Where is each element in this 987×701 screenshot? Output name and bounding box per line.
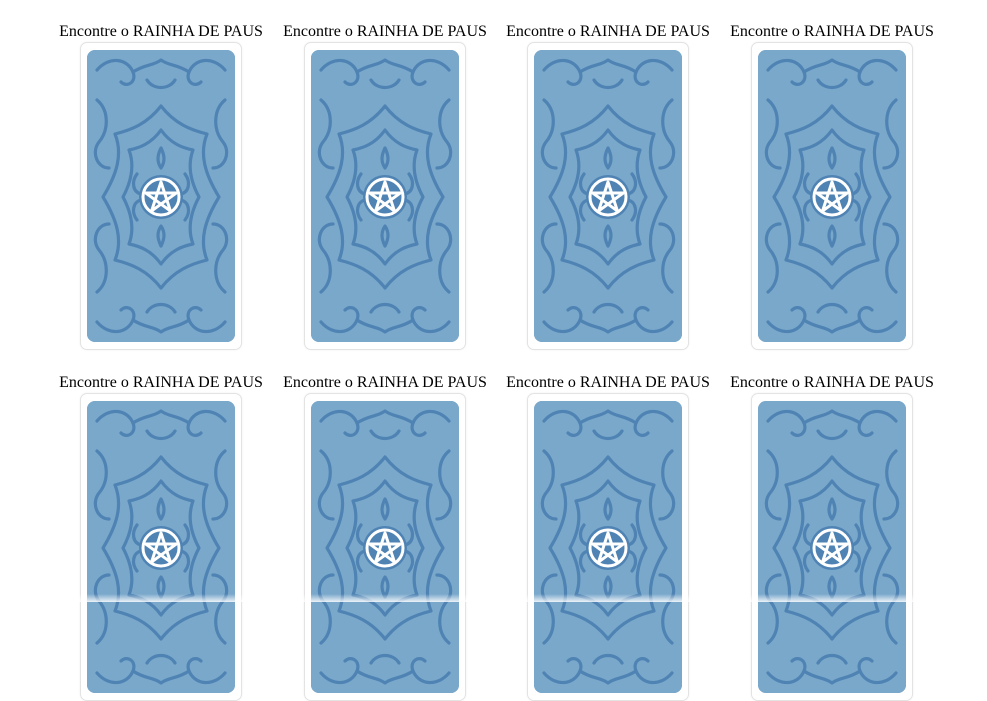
card-back-pattern: [311, 50, 459, 342]
tarot-card-back[interactable]: [527, 42, 689, 350]
card-caption: Encontre o RAINHA DE PAUS: [273, 373, 497, 393]
card-back-pattern: [758, 401, 906, 693]
card-back-pattern: [758, 50, 906, 342]
tarot-card-back[interactable]: [527, 393, 689, 701]
card-caption: Encontre o RAINHA DE PAUS: [496, 22, 720, 42]
tarot-card-back[interactable]: [304, 42, 466, 350]
tarot-card-back[interactable]: [80, 42, 242, 350]
pentacle-icon: [87, 401, 235, 693]
pentacle-icon: [534, 401, 682, 693]
tarot-card-back[interactable]: [304, 393, 466, 701]
tarot-card-back[interactable]: [80, 393, 242, 701]
pentacle-icon: [87, 50, 235, 342]
card-back-pattern: [87, 401, 235, 693]
tarot-card-back[interactable]: [751, 42, 913, 350]
card-caption: Encontre o RAINHA DE PAUS: [273, 22, 497, 42]
card-grid: Encontre o RAINHA DE PAUS Encontre o RAI…: [0, 0, 987, 602]
card-back-pattern: [534, 401, 682, 693]
pentacle-icon: [758, 50, 906, 342]
card-back-pattern: [87, 50, 235, 342]
card-back-pattern: [311, 401, 459, 693]
pentacle-icon: [534, 50, 682, 342]
card-caption: Encontre o RAINHA DE PAUS: [720, 373, 944, 393]
card-caption: Encontre o RAINHA DE PAUS: [49, 22, 273, 42]
pentacle-icon: [311, 401, 459, 693]
card-caption: Encontre o RAINHA DE PAUS: [720, 22, 944, 42]
card-caption: Encontre o RAINHA DE PAUS: [49, 373, 273, 393]
card-caption: Encontre o RAINHA DE PAUS: [496, 373, 720, 393]
tarot-card-back[interactable]: [751, 393, 913, 701]
card-back-pattern: [534, 50, 682, 342]
pentacle-icon: [758, 401, 906, 693]
pentacle-icon: [311, 50, 459, 342]
